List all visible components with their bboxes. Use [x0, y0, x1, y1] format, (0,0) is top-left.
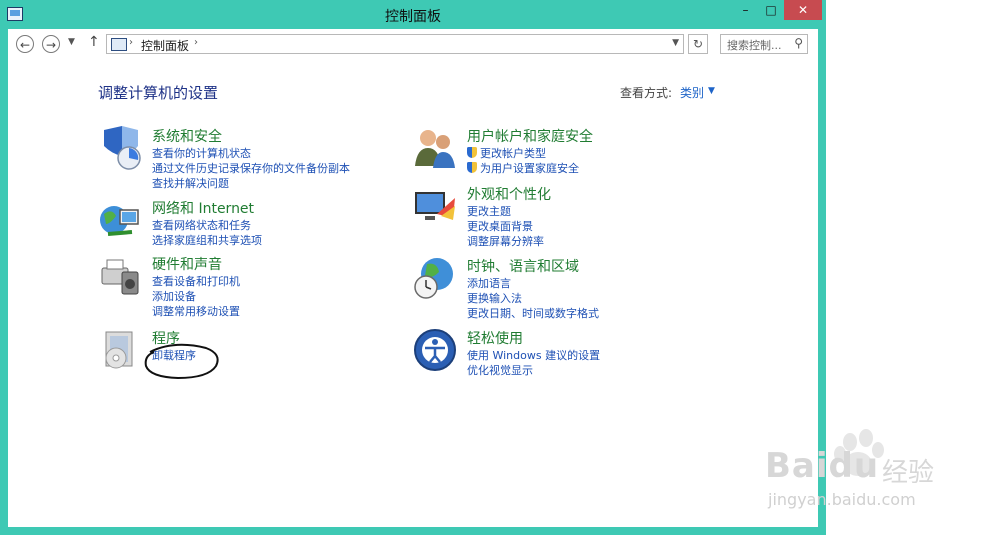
hand-drawn-circle-annotation [144, 343, 219, 380]
link-screen-resolution[interactable]: 调整屏幕分辨率 [467, 233, 544, 249]
link-view-computer-status[interactable]: 查看你的计算机状态 [152, 145, 251, 161]
control-panel-window: 控制面板 – □ ✕ ← → ▼ ↑ › 控制面板 › ▼ ↻ 搜索控制... … [0, 0, 826, 535]
link-add-language[interactable]: 添加语言 [467, 275, 511, 291]
link-devices-printers[interactable]: 查看设备和打印机 [152, 273, 240, 289]
link-file-history-backup[interactable]: 通过文件历史记录保存你的文件备份副本 [152, 160, 350, 176]
breadcrumb-chevron-icon[interactable]: › [194, 37, 198, 48]
address-dropdown-chevron-icon[interactable]: ▼ [672, 38, 679, 48]
client-area: ← → ▼ ↑ › 控制面板 › ▼ ↻ 搜索控制... ⚲ 调整计算机的设置 … [8, 29, 818, 527]
minimize-button[interactable]: – [733, 0, 758, 20]
category-title[interactable]: 硬件和声音 [152, 254, 222, 274]
ease-of-access-icon [414, 329, 456, 371]
title-bar[interactable]: 控制面板 – □ ✕ [0, 0, 826, 29]
link-windows-suggested-settings[interactable]: 使用 Windows 建议的设置 [467, 347, 600, 363]
link-change-input-method[interactable]: 更换输入法 [467, 290, 522, 306]
forward-arrow-icon[interactable]: → [42, 35, 60, 53]
globe-network-icon [100, 206, 139, 236]
link-optimize-visual-display[interactable]: 优化视觉显示 [467, 362, 533, 378]
breadcrumb-control-panel[interactable]: 控制面板 [141, 37, 189, 54]
link-family-safety[interactable]: 为用户设置家庭安全 [467, 160, 579, 176]
uac-shield-icon [467, 147, 477, 158]
watermark-cn: 经验 [882, 458, 935, 488]
navigation-bar: ← → ▼ ↑ › 控制面板 › ▼ ↻ 搜索控制... ⚲ [8, 29, 818, 61]
uac-shield-icon [467, 162, 477, 173]
link-change-account-type[interactable]: 更改帐户类型 [467, 145, 546, 161]
search-input[interactable]: 搜索控制... ⚲ [720, 34, 808, 54]
control-panel-location-icon [111, 38, 127, 51]
printer-speaker-icon [101, 259, 139, 295]
page-title: 调整计算机的设置 [98, 84, 219, 102]
globe-clock-icon [414, 258, 453, 299]
shield-icon [104, 126, 141, 170]
up-arrow-icon[interactable]: ↑ [88, 34, 100, 50]
link-label[interactable]: 更改帐户类型 [480, 147, 546, 160]
programs-disc-icon [105, 331, 133, 369]
link-label[interactable]: 为用户设置家庭安全 [480, 162, 579, 175]
watermark-url: jingyan.baidu.com [768, 490, 916, 509]
view-by-chevron-icon[interactable]: ▼ [708, 86, 715, 96]
watermark-brand-part2: du [828, 446, 880, 486]
category-title[interactable]: 系统和安全 [152, 126, 222, 146]
maximize-button[interactable]: □ [758, 0, 784, 20]
watermark-brand: Baidu [765, 446, 879, 486]
link-troubleshoot[interactable]: 查找并解决问题 [152, 175, 229, 191]
category-title[interactable]: 时钟、语言和区域 [467, 256, 579, 276]
link-date-time-format[interactable]: 更改日期、时间或数字格式 [467, 305, 599, 321]
link-network-status[interactable]: 查看网络状态和任务 [152, 217, 251, 233]
window-title: 控制面板 [385, 9, 441, 25]
breadcrumb-chevron-icon[interactable]: › [129, 37, 133, 48]
category-title[interactable]: 网络和 Internet [152, 198, 254, 218]
recent-locations-chevron-icon[interactable]: ▼ [68, 37, 75, 47]
category-title[interactable]: 轻松使用 [467, 328, 523, 348]
link-desktop-background[interactable]: 更改桌面背景 [467, 218, 533, 234]
watermark-brand-part1: Bai [765, 446, 829, 486]
back-arrow-icon[interactable]: ← [16, 35, 34, 53]
close-button[interactable]: ✕ [784, 0, 822, 20]
monitor-palette-icon [415, 192, 455, 220]
link-change-theme[interactable]: 更改主题 [467, 203, 511, 219]
search-placeholder: 搜索控制... [727, 39, 782, 52]
view-by-label: 查看方式: [620, 86, 673, 100]
category-title[interactable]: 外观和个性化 [467, 184, 551, 204]
view-by-dropdown[interactable]: 类别 [680, 84, 704, 101]
users-icon [415, 130, 455, 168]
link-add-device[interactable]: 添加设备 [152, 288, 196, 304]
search-icon[interactable]: ⚲ [794, 36, 803, 50]
refresh-icon[interactable]: ↻ [688, 34, 708, 54]
category-title[interactable]: 用户帐户和家庭安全 [467, 126, 593, 146]
link-homegroup-sharing[interactable]: 选择家庭组和共享选项 [152, 232, 262, 248]
address-field[interactable]: › 控制面板 › ▼ [106, 34, 684, 54]
link-mobility-settings[interactable]: 调整常用移动设置 [152, 303, 240, 319]
